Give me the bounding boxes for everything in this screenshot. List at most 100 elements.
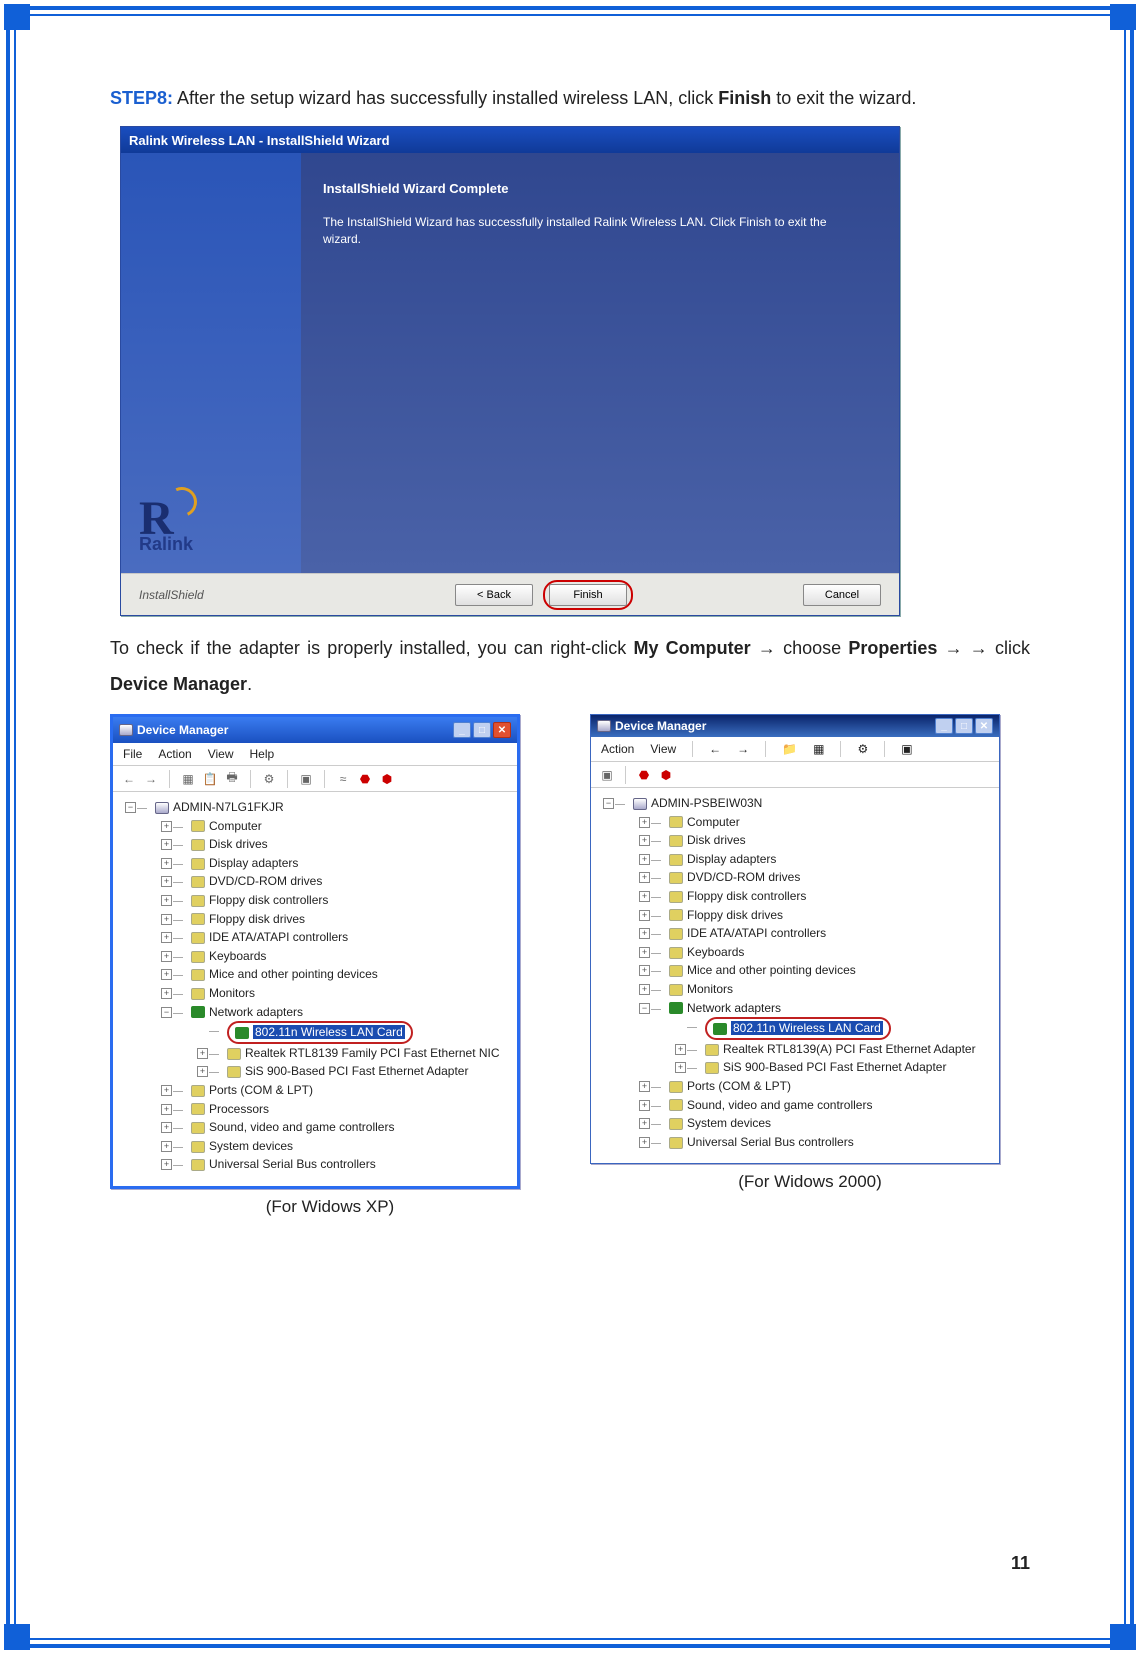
tree-item-label: System devices bbox=[209, 1139, 293, 1153]
tree-item[interactable]: +System devices bbox=[651, 1114, 995, 1133]
tree-item-label: Realtek RTL8139(A) PCI Fast Ethernet Ada… bbox=[723, 1042, 976, 1056]
tree-item[interactable]: +IDE ATA/ATAPI controllers bbox=[651, 924, 995, 943]
tree-item[interactable]: +Universal Serial Bus controllers bbox=[173, 1155, 513, 1174]
toolbar-icon[interactable]: 🖶 bbox=[224, 771, 240, 787]
dm-2k-tree: −ADMIN-PSBEIW03N +Computer+Disk drives+D… bbox=[591, 788, 999, 1163]
tree-item[interactable]: +Keyboards bbox=[173, 947, 513, 966]
tree-item-label: Monitors bbox=[687, 982, 733, 996]
device-icon bbox=[191, 858, 205, 870]
tree-item[interactable]: +Computer bbox=[173, 817, 513, 836]
tree-item[interactable]: +Ports (COM & LPT) bbox=[651, 1077, 995, 1096]
tree-item-label: Keyboards bbox=[209, 949, 266, 963]
toolbar-icon[interactable]: ⚙ bbox=[857, 742, 868, 756]
netadapters-label: Network adapters bbox=[209, 1005, 303, 1019]
menu-view[interactable]: View bbox=[208, 747, 234, 761]
wizard-body: R Ralink InstallShield Wizard Complete T… bbox=[121, 153, 899, 573]
minimize-icon[interactable]: _ bbox=[453, 722, 471, 738]
tree-network-adapters[interactable]: −Network adapters 802.11n Wireless LAN C… bbox=[651, 999, 995, 1077]
tree-item[interactable]: +Mice and other pointing devices bbox=[173, 965, 513, 984]
toolbar-icon[interactable]: ⬣ bbox=[357, 771, 373, 787]
tree-item[interactable]: +Universal Serial Bus controllers bbox=[651, 1133, 995, 1152]
toolbar-icon[interactable]: ▣ bbox=[599, 767, 615, 783]
tree-item[interactable]: +Floppy disk drives bbox=[651, 906, 995, 925]
tree-item[interactable]: +Ports (COM & LPT) bbox=[173, 1081, 513, 1100]
device-icon bbox=[191, 951, 205, 963]
nav-fwd-icon[interactable]: → bbox=[143, 771, 159, 787]
maximize-icon[interactable]: □ bbox=[955, 718, 973, 734]
nav-back-icon[interactable]: ← bbox=[709, 742, 721, 756]
tree-item[interactable]: +Monitors bbox=[173, 984, 513, 1003]
tree-item[interactable]: +DVD/CD-ROM drives bbox=[173, 872, 513, 891]
step-bold-finish: Finish bbox=[718, 88, 771, 108]
tree-item[interactable]: +Sound, video and game controllers bbox=[651, 1096, 995, 1115]
tree-root[interactable]: −ADMIN-PSBEIW03N +Computer+Disk drives+D… bbox=[615, 794, 995, 1151]
close-icon[interactable]: ✕ bbox=[493, 722, 511, 738]
back-button[interactable]: < Back bbox=[455, 584, 533, 606]
ralink-logo: R Ralink bbox=[139, 505, 193, 555]
toolbar-icon[interactable]: ⬢ bbox=[658, 767, 674, 783]
menu-help[interactable]: Help bbox=[250, 747, 275, 761]
toolbar-icon[interactable]: ⬢ bbox=[379, 771, 395, 787]
menu-view[interactable]: View bbox=[650, 742, 676, 756]
tree-network-adapters[interactable]: −Network adapters 802.11n Wireless LAN C… bbox=[173, 1003, 513, 1081]
tree-item[interactable]: +System devices bbox=[173, 1137, 513, 1156]
tree-wlan-card[interactable]: 802.11n Wireless LAN Card bbox=[687, 1017, 995, 1040]
computer-icon bbox=[155, 802, 169, 814]
toolbar-icon[interactable]: 📋 bbox=[202, 771, 218, 787]
tree-root[interactable]: −ADMIN-N7LG1FKJR +Computer+Disk drives+D… bbox=[137, 798, 513, 1174]
tree-item[interactable]: +Display adapters bbox=[651, 850, 995, 869]
dm-xp-tree: −ADMIN-N7LG1FKJR +Computer+Disk drives+D… bbox=[113, 792, 517, 1186]
toolbar-icon[interactable]: ▦ bbox=[180, 771, 196, 787]
close-icon[interactable]: ✕ bbox=[975, 718, 993, 734]
toolbar-icon[interactable]: ⬣ bbox=[636, 767, 652, 783]
menu-file[interactable]: File bbox=[123, 747, 142, 761]
maximize-icon[interactable]: □ bbox=[473, 722, 491, 738]
minimize-icon[interactable]: _ bbox=[935, 718, 953, 734]
menu-action[interactable]: Action bbox=[601, 742, 634, 756]
device-icon bbox=[669, 816, 683, 828]
toolbar-icon[interactable]: ⚙ bbox=[261, 771, 277, 787]
tree-item[interactable]: +Computer bbox=[651, 813, 995, 832]
tree-item[interactable]: +Keyboards bbox=[651, 943, 995, 962]
toolbar-icon[interactable]: ▣ bbox=[901, 742, 912, 756]
tree-item[interactable]: +SiS 900-Based PCI Fast Ethernet Adapter bbox=[209, 1062, 513, 1081]
tree-item-label: IDE ATA/ATAPI controllers bbox=[687, 926, 826, 940]
dm-2k-titlebar: Device Manager _ □ ✕ bbox=[591, 715, 999, 737]
tree-item[interactable]: +Disk drives bbox=[651, 831, 995, 850]
tree-item[interactable]: +Display adapters bbox=[173, 854, 513, 873]
p2-properties: Properties bbox=[848, 638, 937, 658]
toolbar-icon[interactable]: ▣ bbox=[298, 771, 314, 787]
toolbar-icon[interactable]: ▦ bbox=[813, 742, 824, 756]
corner-bl bbox=[4, 1624, 30, 1650]
network-icon bbox=[191, 1006, 205, 1018]
tree-wlan-card[interactable]: 802.11n Wireless LAN Card bbox=[209, 1021, 513, 1044]
tree-item[interactable]: +Floppy disk controllers bbox=[173, 891, 513, 910]
tree-item[interactable]: +Sound, video and game controllers bbox=[173, 1118, 513, 1137]
tree-item[interactable]: +SiS 900-Based PCI Fast Ethernet Adapter bbox=[687, 1058, 995, 1077]
tree-item-label: Mice and other pointing devices bbox=[209, 967, 378, 981]
menu-action[interactable]: Action bbox=[158, 747, 191, 761]
tree-item[interactable]: +Mice and other pointing devices bbox=[651, 961, 995, 980]
tree-item[interactable]: +Floppy disk controllers bbox=[651, 887, 995, 906]
nav-back-icon[interactable]: ← bbox=[121, 771, 137, 787]
tree-item[interactable]: +Processors bbox=[173, 1100, 513, 1119]
tree-item[interactable]: +Realtek RTL8139 Family PCI Fast Etherne… bbox=[209, 1044, 513, 1063]
finish-button[interactable]: Finish bbox=[549, 584, 627, 606]
tree-item-label: Monitors bbox=[209, 986, 255, 1000]
tree-item[interactable]: +IDE ATA/ATAPI controllers bbox=[173, 928, 513, 947]
tree-item[interactable]: +DVD/CD-ROM drives bbox=[651, 868, 995, 887]
device-icon bbox=[669, 965, 683, 977]
tree-item[interactable]: +Floppy disk drives bbox=[173, 910, 513, 929]
w2k-na-children: +Realtek RTL8139(A) PCI Fast Ethernet Ad… bbox=[683, 1040, 995, 1077]
p2-arrow2: → bbox=[937, 638, 969, 658]
device-icon bbox=[669, 909, 683, 921]
wlan-highlight: 802.11n Wireless LAN Card bbox=[731, 1021, 883, 1035]
tree-item[interactable]: +Monitors bbox=[651, 980, 995, 999]
toolbar-icon[interactable]: 📁 bbox=[782, 742, 797, 756]
tree-item[interactable]: +Realtek RTL8139(A) PCI Fast Ethernet Ad… bbox=[687, 1040, 995, 1059]
nav-fwd-icon[interactable]: → bbox=[737, 742, 749, 756]
cancel-button[interactable]: Cancel bbox=[803, 584, 881, 606]
toolbar-icon[interactable]: ≈ bbox=[335, 771, 351, 787]
device-icon bbox=[191, 876, 205, 888]
tree-item[interactable]: +Disk drives bbox=[173, 835, 513, 854]
